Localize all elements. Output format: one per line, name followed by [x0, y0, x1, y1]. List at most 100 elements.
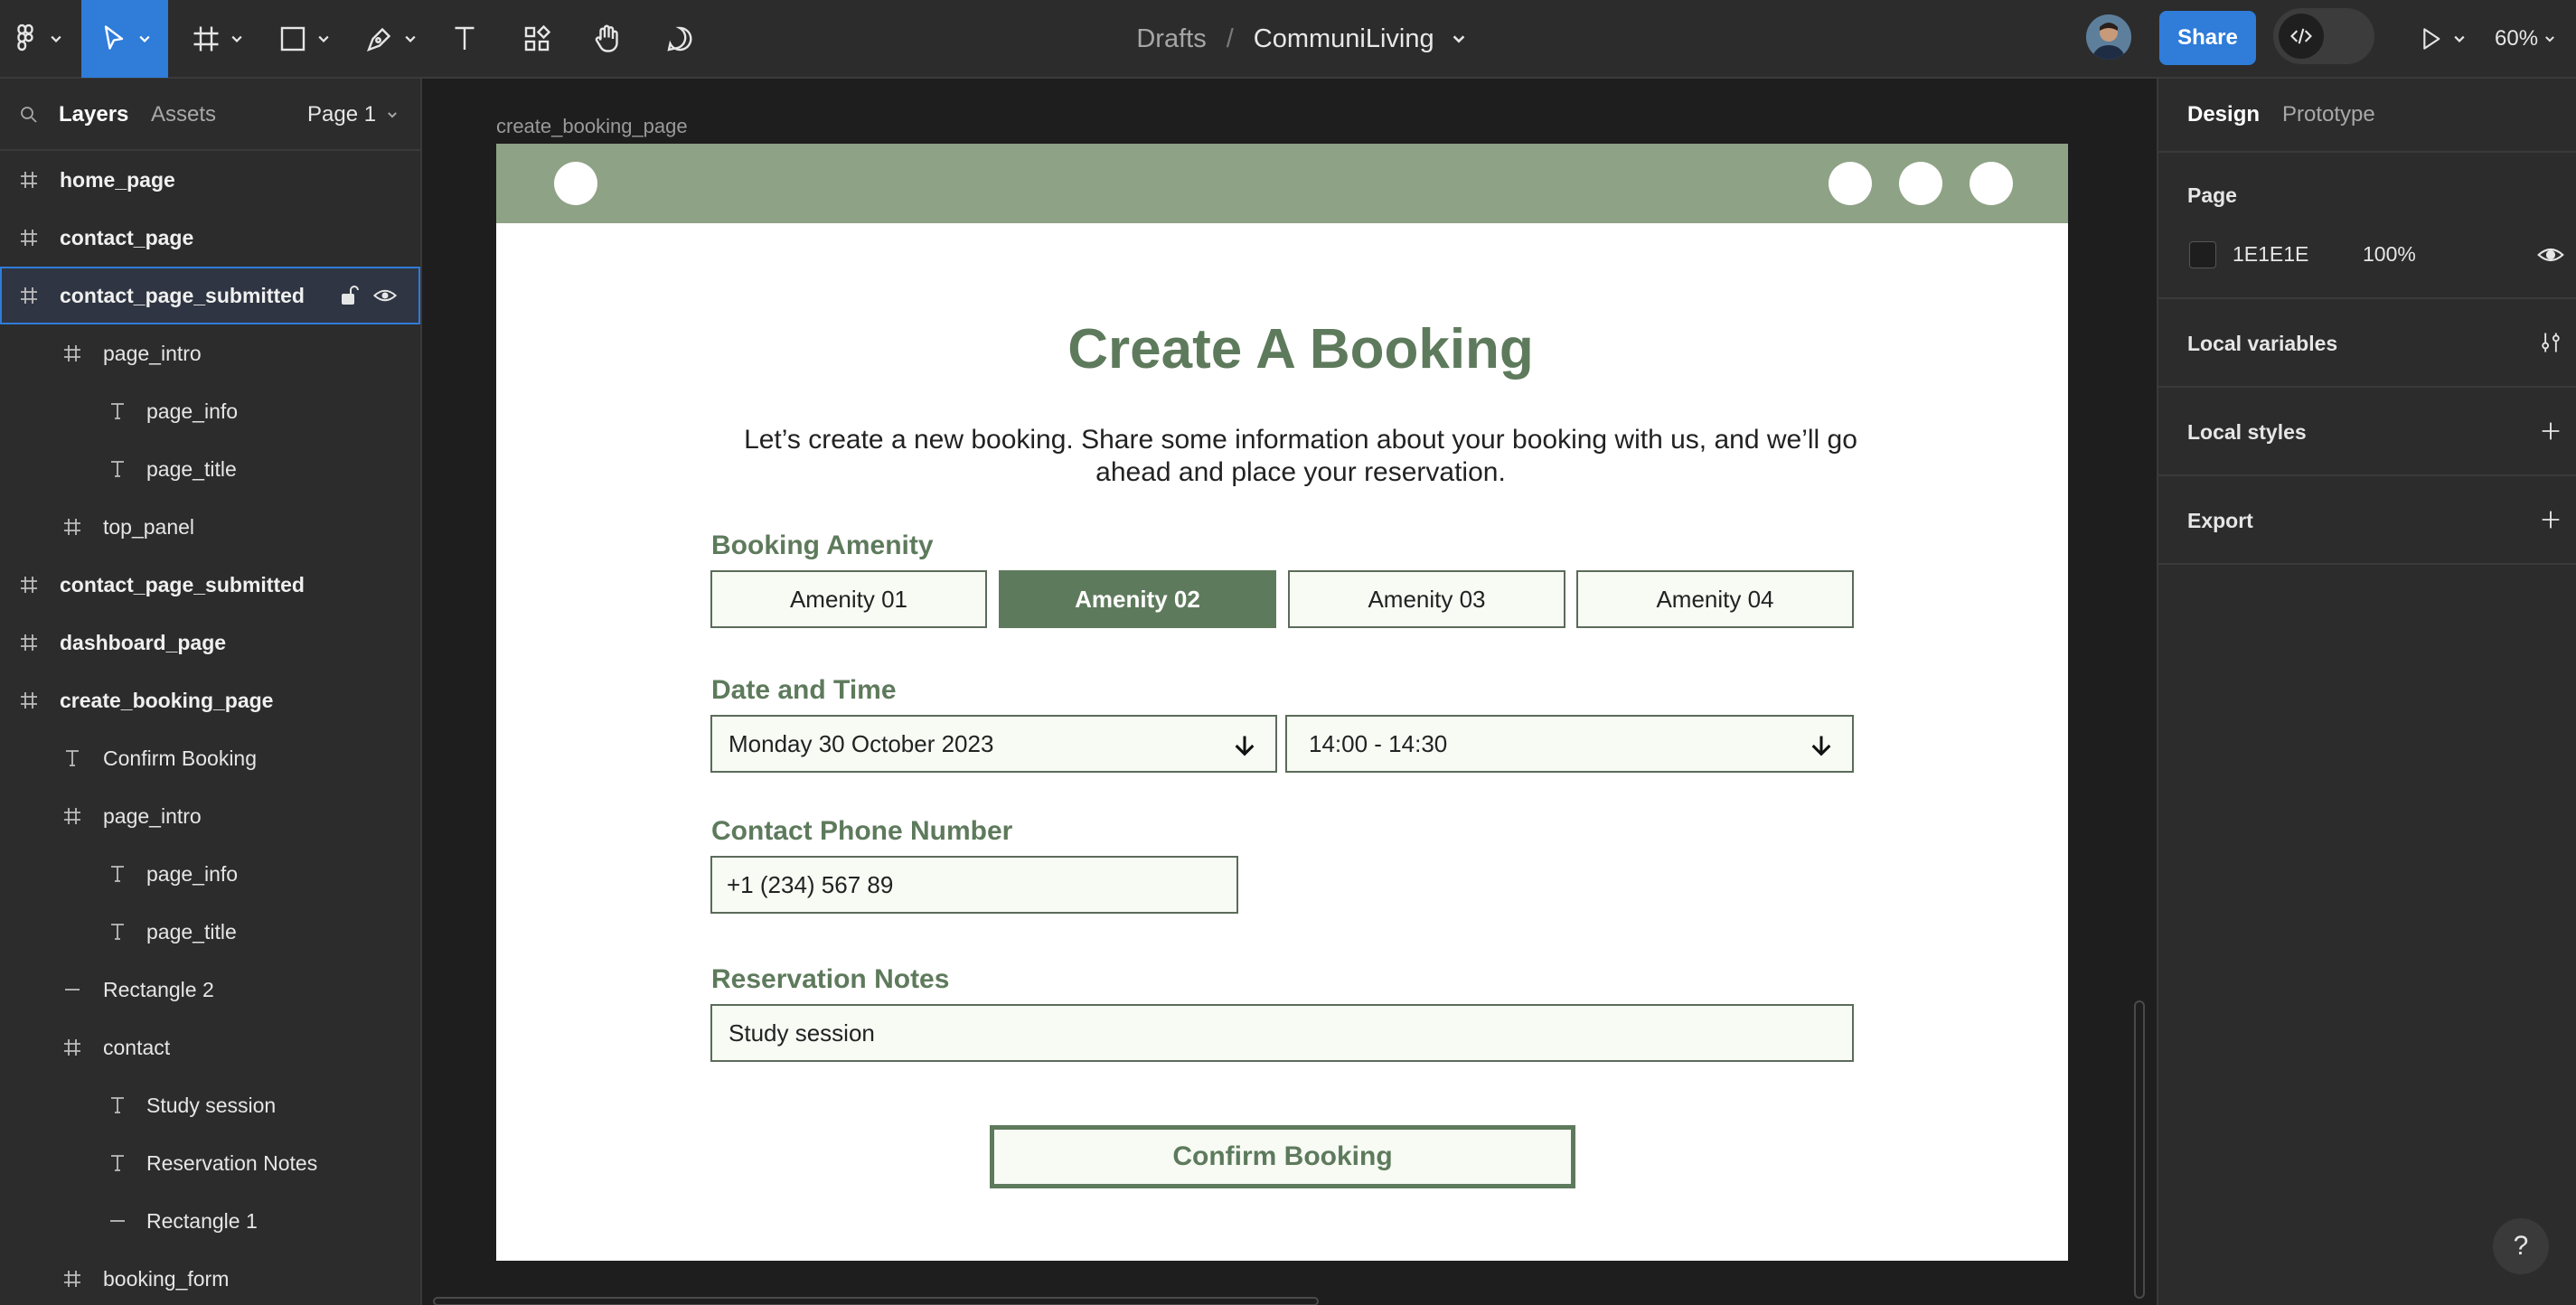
comment-tool-button[interactable] [658, 0, 701, 78]
date-value: Monday 30 October 2023 [729, 729, 994, 757]
chevron-down-icon [405, 35, 416, 42]
frame-label[interactable]: create_booking_page [496, 115, 688, 138]
layer-row[interactable]: create_booking_page [0, 671, 420, 729]
frame-tool-button[interactable] [181, 0, 253, 78]
plus-icon[interactable] [2538, 418, 2563, 444]
layer-row[interactable]: page_info [0, 845, 420, 903]
amenity-option[interactable]: Amenity 04 [1576, 570, 1854, 628]
phone-input[interactable]: +1 (234) 567 89 [710, 856, 1238, 914]
layer-row[interactable]: page_info [0, 382, 420, 440]
top-toolbar: Drafts / CommuniLiving Share 60% [0, 0, 2576, 79]
cursor-icon [104, 25, 124, 50]
layer-name: top_panel [103, 515, 195, 539]
text-icon [66, 750, 79, 766]
file-name[interactable]: CommuniLiving [1254, 24, 1434, 54]
divider [2158, 563, 2576, 565]
tab-prototype[interactable]: Prototype [2282, 102, 2375, 127]
amenity-option[interactable]: Amenity 01 [710, 570, 987, 628]
zoom-control[interactable]: 60% [2495, 0, 2567, 78]
text-icon [111, 866, 124, 882]
layer-row[interactable]: contact_page_submitted [0, 556, 420, 614]
layer-row[interactable]: booking_form [0, 1250, 420, 1305]
variables-settings-icon[interactable] [2538, 330, 2563, 355]
layer-row[interactable]: dashboard_page [0, 614, 420, 671]
main-menu-button[interactable] [0, 0, 72, 78]
help-button[interactable]: ? [2493, 1218, 2549, 1274]
date-select[interactable]: Monday 30 October 2023 [710, 715, 1277, 773]
notes-label: Reservation Notes [711, 964, 950, 994]
text-tool-button[interactable] [443, 0, 486, 78]
layer-row[interactable]: Rectangle 1 [0, 1192, 420, 1250]
page-selector[interactable]: Page 1 [307, 102, 399, 127]
layer-row[interactable]: contact_page [0, 209, 420, 267]
move-tool-button[interactable] [81, 0, 168, 78]
layer-row[interactable]: contact_page_submitted [0, 267, 420, 324]
page-opacity-value[interactable]: 100% [2363, 242, 2416, 267]
layer-row[interactable]: Reservation Notes [0, 1134, 420, 1192]
frame-hash-icon [64, 345, 80, 361]
time-value: 14:00 - 14:30 [1309, 729, 1448, 757]
confirm-booking-button[interactable]: Confirm Booking [990, 1125, 1575, 1188]
layer-name: contact_page [60, 226, 194, 249]
time-select[interactable]: 14:00 - 14:30 [1285, 715, 1854, 773]
layer-row[interactable]: contact [0, 1019, 420, 1076]
resources-tool-button[interactable] [515, 0, 559, 78]
breadcrumb-drafts[interactable]: Drafts [1136, 24, 1206, 54]
layer-name: Study session [146, 1094, 277, 1117]
layer-name: page_info [146, 399, 239, 423]
page-color-value[interactable]: 1E1E1E [2233, 242, 2308, 267]
layer-row[interactable]: page_title [0, 903, 420, 961]
search-icon[interactable] [18, 104, 40, 126]
layer-name: page_title [146, 457, 237, 481]
page-info: Let’s create a new booking. Share some i… [744, 425, 1857, 487]
rectangle-icon [280, 26, 306, 52]
eye-icon[interactable] [2536, 243, 2565, 267]
divider [2158, 474, 2576, 476]
nav-circle [1899, 162, 1942, 205]
plus-icon[interactable] [2538, 507, 2563, 532]
present-button[interactable] [2410, 0, 2473, 78]
amenity-option[interactable]: Amenity 03 [1288, 570, 1565, 628]
share-button[interactable]: Share [2159, 11, 2256, 65]
chevron-down-icon [318, 35, 329, 42]
text-icon [455, 26, 475, 50]
layer-name: Rectangle 2 [103, 978, 214, 1001]
layer-row[interactable]: Confirm Booking [0, 729, 420, 787]
page-color-swatch[interactable] [2189, 241, 2216, 268]
date-time-label: Date and Time [711, 675, 897, 705]
dev-mode-toggle[interactable] [2273, 8, 2374, 64]
amenity-label: Booking Amenity [711, 530, 934, 560]
create-booking-frame[interactable]: Create A Booking Let’s create a new book… [496, 144, 2068, 1261]
horizontal-scrollbar[interactable] [433, 1297, 1319, 1305]
pen-tool-button[interactable] [354, 0, 427, 78]
hand-tool-button[interactable] [586, 0, 629, 78]
arrow-down-icon [1811, 736, 1831, 756]
unlock-icon[interactable] [338, 284, 360, 307]
vertical-scrollbar[interactable] [2134, 1000, 2145, 1299]
layer-row[interactable]: top_panel [0, 498, 420, 556]
export-title: Export [2187, 509, 2253, 532]
eye-icon[interactable] [372, 285, 398, 306]
layer-row[interactable]: home_page [0, 151, 420, 209]
layer-name: booking_form [103, 1267, 230, 1291]
layer-row[interactable]: Rectangle 2 [0, 961, 420, 1019]
layer-row[interactable]: page_title [0, 440, 420, 498]
shape-tool-button[interactable] [268, 0, 340, 78]
layer-row[interactable]: page_intro [0, 787, 420, 845]
chevron-down-icon[interactable] [1451, 31, 1467, 47]
local-variables-title[interactable]: Local variables [2187, 332, 2337, 356]
panel-tabs: Layers Assets Page 1 [0, 79, 420, 151]
avatar[interactable] [2086, 14, 2131, 60]
tab-assets[interactable]: Assets [151, 102, 216, 127]
layer-row[interactable]: Study session [0, 1076, 420, 1134]
layer-name: dashboard_page [60, 631, 227, 654]
amenity-option-selected[interactable]: Amenity 02 [999, 570, 1276, 628]
tab-layers[interactable]: Layers [59, 102, 128, 127]
layer-row[interactable]: page_intro [0, 324, 420, 382]
chevron-down-icon [2545, 36, 2554, 42]
tab-design[interactable]: Design [2187, 102, 2260, 127]
design-canvas[interactable]: create_booking_page Create A Booking Let… [424, 79, 2157, 1305]
pen-icon [366, 27, 391, 52]
notes-input[interactable]: Study session [710, 1004, 1854, 1062]
frame-hash-icon [64, 1039, 80, 1056]
